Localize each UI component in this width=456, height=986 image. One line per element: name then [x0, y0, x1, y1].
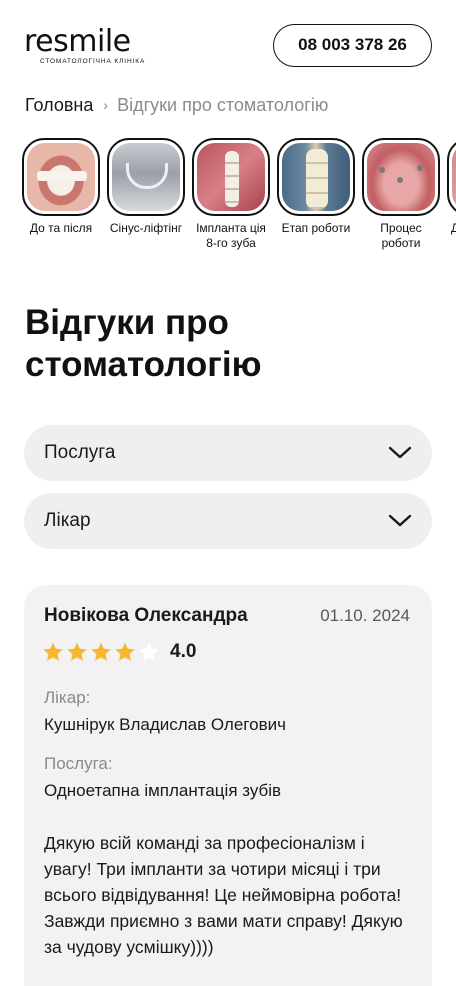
review-card: Новікова Олександра 01.10. 2024 4.0 Ліка… [24, 585, 432, 986]
service-label: Послуга: [44, 754, 113, 773]
stories-strip: До та після Сінус-ліфтінг Імпланта ція 8… [0, 138, 456, 273]
story-label: Процес роботи [380, 221, 422, 250]
doctor-value: Кушнірук Владислав Олегович [44, 715, 286, 734]
crowns-photo-icon [282, 143, 350, 211]
page-title: Відгуки про стоматологію [25, 303, 262, 384]
partial-photo-icon [452, 143, 456, 211]
story-ring [192, 138, 270, 216]
doctor-select-label: Лікар [44, 510, 91, 531]
logo-subtitle: СТОМАТОЛОГІЧНА КЛІНІКА [40, 58, 146, 65]
chevron-down-icon [388, 446, 412, 459]
review-author: Новікова Олександра [44, 605, 248, 626]
story-label: Імпланта ція 8-го зуба [196, 221, 266, 250]
logo[interactable]: resmile СТОМАТОЛОГІЧНА КЛІНІКА [24, 26, 154, 72]
star-filled-icon [43, 642, 63, 661]
implants-jaw-photo-icon [367, 143, 435, 211]
service-select[interactable]: Послуга [24, 425, 432, 481]
story-label: Д [451, 221, 456, 235]
service-value: Одноетапна імплантація зубів [44, 781, 282, 800]
implant-photo-icon [197, 143, 265, 211]
story-ring [22, 138, 100, 216]
service-select-label: Послуга [44, 442, 116, 463]
story-item[interactable]: До та після [21, 138, 101, 236]
story-label: Сінус-ліфтінг [109, 221, 183, 235]
story-item[interactable]: Сінус-ліфтінг [106, 138, 186, 236]
review-date: 01.10. 2024 [320, 606, 410, 625]
smile-teeth-photo-icon [27, 143, 95, 211]
doctor-select[interactable]: Лікар [24, 493, 432, 549]
rating-stars: 4.0 [42, 641, 196, 663]
logo-text: resmile [24, 24, 131, 59]
star-filled-icon [91, 642, 111, 661]
breadcrumb-home-link[interactable]: Головна [25, 95, 93, 116]
story-ring [277, 138, 355, 216]
review-text: Дякую всій команді за професіоналізм і у… [44, 833, 403, 957]
doctor-label: Лікар: [44, 688, 91, 707]
story-item[interactable]: Процес роботи [361, 138, 441, 251]
xray-photo-icon [112, 143, 180, 211]
star-filled-icon [67, 642, 87, 661]
star-empty-icon [139, 642, 159, 661]
story-item[interactable]: Етап роботи [276, 138, 356, 236]
story-label: До та після [29, 221, 93, 235]
chevron-down-icon [388, 514, 412, 527]
story-ring [362, 138, 440, 216]
rating-value: 4.0 [170, 641, 197, 662]
chevron-right-icon: › [103, 97, 109, 113]
star-filled-icon [115, 642, 135, 661]
breadcrumb-current: Відгуки про стоматологію [117, 94, 329, 115]
header: resmile СТОМАТОЛОГІЧНА КЛІНІКА 08 003 37… [0, 0, 456, 90]
phone-button[interactable]: 08 003 378 26 [273, 24, 432, 67]
story-item[interactable]: Імпланта ція 8-го зуба [191, 138, 271, 251]
breadcrumb: Головна › Відгуки про стоматологію [25, 93, 328, 117]
story-label: Етап роботи [281, 221, 351, 235]
story-ring [107, 138, 185, 216]
story-ring [447, 138, 456, 216]
story-item[interactable]: Д [446, 138, 456, 236]
